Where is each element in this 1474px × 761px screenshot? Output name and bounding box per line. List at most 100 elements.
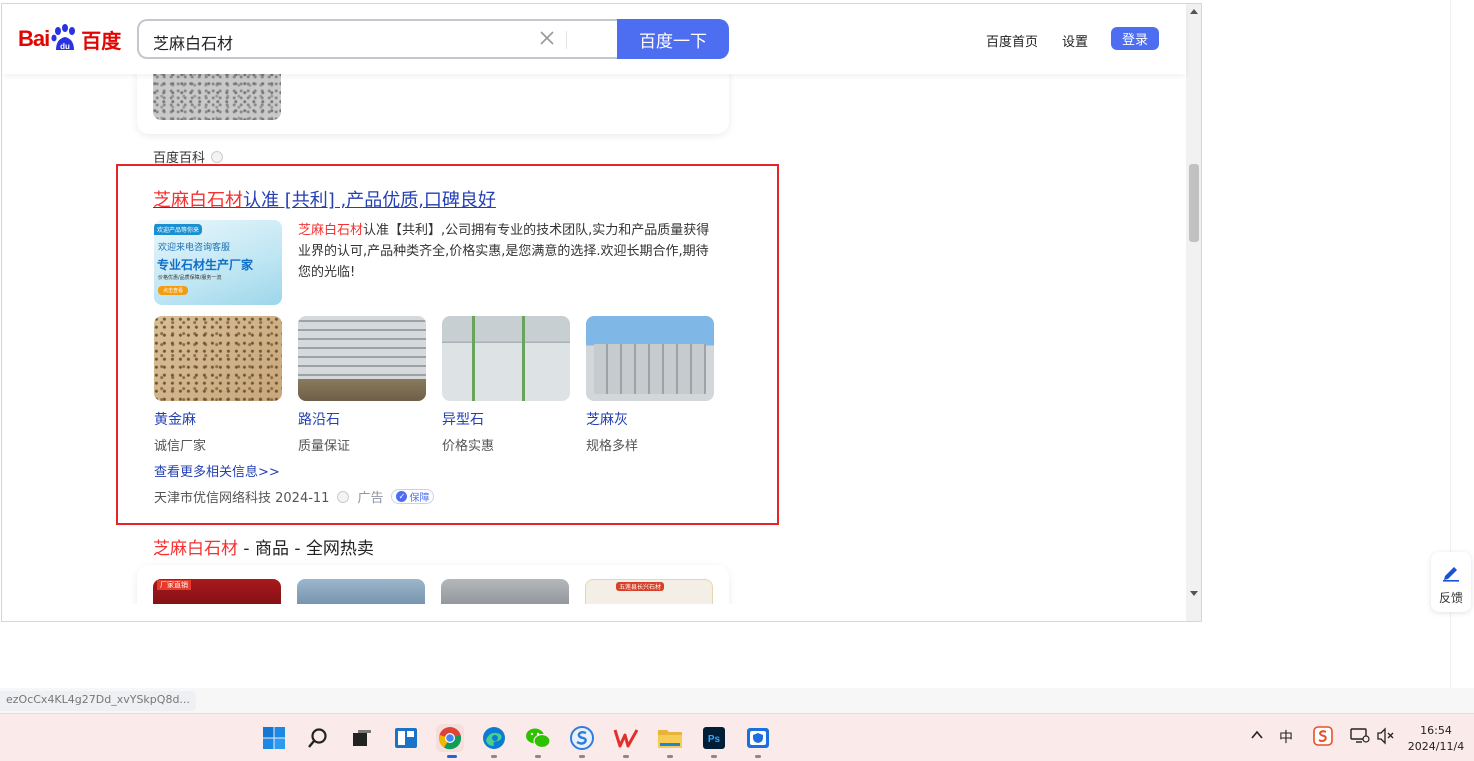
pen-icon (1443, 567, 1459, 582)
product-subtitle: 质量保证 (298, 439, 351, 454)
vertical-scrollbar[interactable] (1186, 4, 1201, 621)
banner-line3: 价格优惠/品质保障/服务一流 (158, 275, 222, 281)
product-item[interactable]: 芝麻灰 规格多样 (586, 316, 714, 454)
feedback-button[interactable]: 反馈 (1431, 552, 1471, 612)
file-explorer-icon[interactable] (656, 724, 684, 752)
product-name[interactable]: 路沿石 (298, 409, 426, 429)
status-strip (0, 688, 1474, 713)
banner-line2: 专业石材生产厂家 (157, 258, 254, 272)
ad-footer: 天津市优信网络科技 2024-11 广告 ✓ 保障 (154, 487, 435, 506)
system-clock[interactable]: 16:54 2024/11/4 (1404, 723, 1468, 755)
divider (566, 31, 567, 49)
volume-muted-icon[interactable] (1376, 727, 1396, 749)
product-thumbnail[interactable] (297, 579, 425, 604)
chrome-icon[interactable] (436, 724, 464, 752)
next-result-thumbnails: 厂家直销 五莲县长兴石材 (153, 579, 713, 604)
product-item[interactable]: 路沿石 质量保证 (298, 316, 426, 454)
product-thumbnail[interactable] (441, 579, 569, 604)
widgets-icon[interactable] (392, 724, 420, 752)
product-subtitle: 价格实惠 (442, 439, 495, 454)
product-item[interactable]: 黄金麻 诚信厂家 (154, 316, 282, 454)
wps-icon[interactable] (612, 724, 640, 752)
logo-text-cn: 百度 (81, 28, 122, 53)
wechat-icon[interactable] (524, 724, 552, 752)
settings-link[interactable]: 设置 (1062, 31, 1088, 50)
sogou-browser-icon[interactable] (568, 724, 596, 752)
desktop: 百度百科 芝麻白石材认准 [共利] ,产品优质,口碑良好 欢迎产品等你来 欢迎来… (0, 0, 1474, 761)
next-title-highlight: 芝麻白石材 (153, 539, 238, 559)
product-thumbnail[interactable]: 五莲县长兴石材 (585, 579, 713, 604)
ime-indicator[interactable]: 中 (1279, 727, 1293, 747)
ad-label: 广告 (357, 491, 384, 506)
clock-date: 2024/11/4 (1407, 740, 1465, 753)
product-name[interactable]: 黄金麻 (154, 409, 282, 429)
running-indicator (711, 755, 717, 758)
search-header: Bai du 百度 芝麻白石材 百度一下 百度首页 设置 登录 (2, 4, 1186, 74)
ad-title-rest: 认准 [共利] ,产品优质,口碑良好 (243, 190, 496, 211)
thumbnail-tag: 五莲县长兴石材 (616, 582, 665, 591)
next-result-title[interactable]: 芝麻白石材 - 商品 - 全网热卖 (153, 534, 374, 559)
guarantee-label: 保障 (409, 493, 430, 504)
baidu-logo[interactable]: Bai du 百度 (18, 22, 121, 56)
scrollbar-thumb[interactable] (1189, 164, 1199, 242)
ad-desc-highlight: 芝麻白石材 (298, 223, 364, 238)
search-icon[interactable] (304, 724, 332, 752)
product-thumbnail[interactable]: 厂家直销 (153, 579, 281, 604)
chevron-up-icon[interactable] (1250, 728, 1264, 746)
checkmark-shield-icon: ✓ (396, 491, 408, 502)
search-input[interactable]: 芝麻白石材 (137, 19, 617, 59)
ad-description: 芝麻白石材认准【共利】,公司拥有专业的技术团队,实力和产品质量获得业界的认可,产… (298, 220, 716, 283)
banner-line1: 欢迎来电咨询客服 (158, 243, 231, 253)
search-button[interactable]: 百度一下 (617, 19, 729, 59)
product-name[interactable]: 芝麻灰 (586, 409, 714, 429)
product-image[interactable] (586, 316, 714, 401)
logo-text-left: Bai (18, 26, 50, 51)
photoshop-icon[interactable]: Ps (700, 724, 728, 752)
ad-title-highlight: 芝麻白石材 (153, 190, 243, 211)
product-subtitle: 规格多样 (586, 439, 639, 454)
ad-title-link[interactable]: 芝麻白石材认准 [共利] ,产品优质,口碑良好 (153, 186, 496, 212)
next-title-rest: - 商品 - 全网热卖 (238, 539, 374, 559)
running-indicator (623, 755, 629, 758)
running-indicator (579, 755, 585, 758)
svg-text:Ps: Ps (708, 734, 721, 745)
security-app-icon[interactable] (744, 724, 772, 752)
running-indicator (755, 755, 761, 758)
taskbar: Ps 中 16:54 2024/11/4 (0, 713, 1474, 761)
product-image[interactable] (298, 316, 426, 401)
product-image[interactable] (154, 316, 282, 401)
product-image[interactable] (442, 316, 570, 401)
product-name[interactable]: 异型石 (442, 409, 570, 429)
status-url: ezOcCx4KL4g27Dd_xvYSkpQ8d... (0, 691, 196, 711)
thumbnail-tag: 厂家直销 (157, 580, 191, 590)
info-icon[interactable] (337, 490, 350, 503)
guarantee-badge[interactable]: ✓ 保障 (391, 489, 435, 504)
granite-thumbnail[interactable] (153, 72, 281, 120)
edge-icon[interactable] (480, 724, 508, 752)
advertiser-name[interactable]: 天津市优信网络科技 2024-11 (154, 487, 329, 506)
svg-text:du: du (60, 42, 70, 51)
login-button[interactable]: 登录 (1111, 27, 1159, 50)
windows-start-icon[interactable] (260, 724, 288, 752)
scroll-up-icon[interactable] (1190, 9, 1198, 14)
next-result-card: 厂家直销 五莲县长兴石材 (137, 565, 729, 604)
clear-icon[interactable] (537, 28, 557, 48)
paw-logo-icon: du (50, 24, 80, 54)
ad-banner-image[interactable]: 欢迎产品等你来 欢迎来电咨询客服 专业石材生产厂家 价格优惠/品质保障/服务一流… (154, 220, 282, 305)
scroll-down-icon[interactable] (1190, 591, 1198, 596)
network-icon[interactable] (1350, 727, 1370, 749)
product-item[interactable]: 异型石 价格实惠 (442, 316, 570, 454)
banner-tag: 欢迎产品等你来 (154, 224, 203, 235)
running-indicator (491, 755, 497, 758)
info-icon[interactable] (211, 150, 224, 163)
search-query-text[interactable]: 芝麻白石材 (153, 30, 233, 54)
running-indicator (535, 755, 541, 758)
clock-time: 16:54 (1420, 724, 1452, 737)
task-view-icon[interactable] (348, 724, 376, 752)
more-info-link[interactable]: 查看更多相关信息>> (154, 461, 280, 480)
product-grid: 黄金麻 诚信厂家 路沿石 质量保证 异型石 价格实惠 芝麻灰 规格多样 (154, 316, 714, 454)
results-content: 百度百科 芝麻白石材认准 [共利] ,产品优质,口碑良好 欢迎产品等你来 欢迎来… (2, 4, 1186, 604)
home-link[interactable]: 百度首页 (986, 31, 1038, 50)
browser-viewport: 百度百科 芝麻白石材认准 [共利] ,产品优质,口碑良好 欢迎产品等你来 欢迎来… (1, 3, 1202, 622)
sogou-input-icon[interactable] (1313, 726, 1333, 750)
